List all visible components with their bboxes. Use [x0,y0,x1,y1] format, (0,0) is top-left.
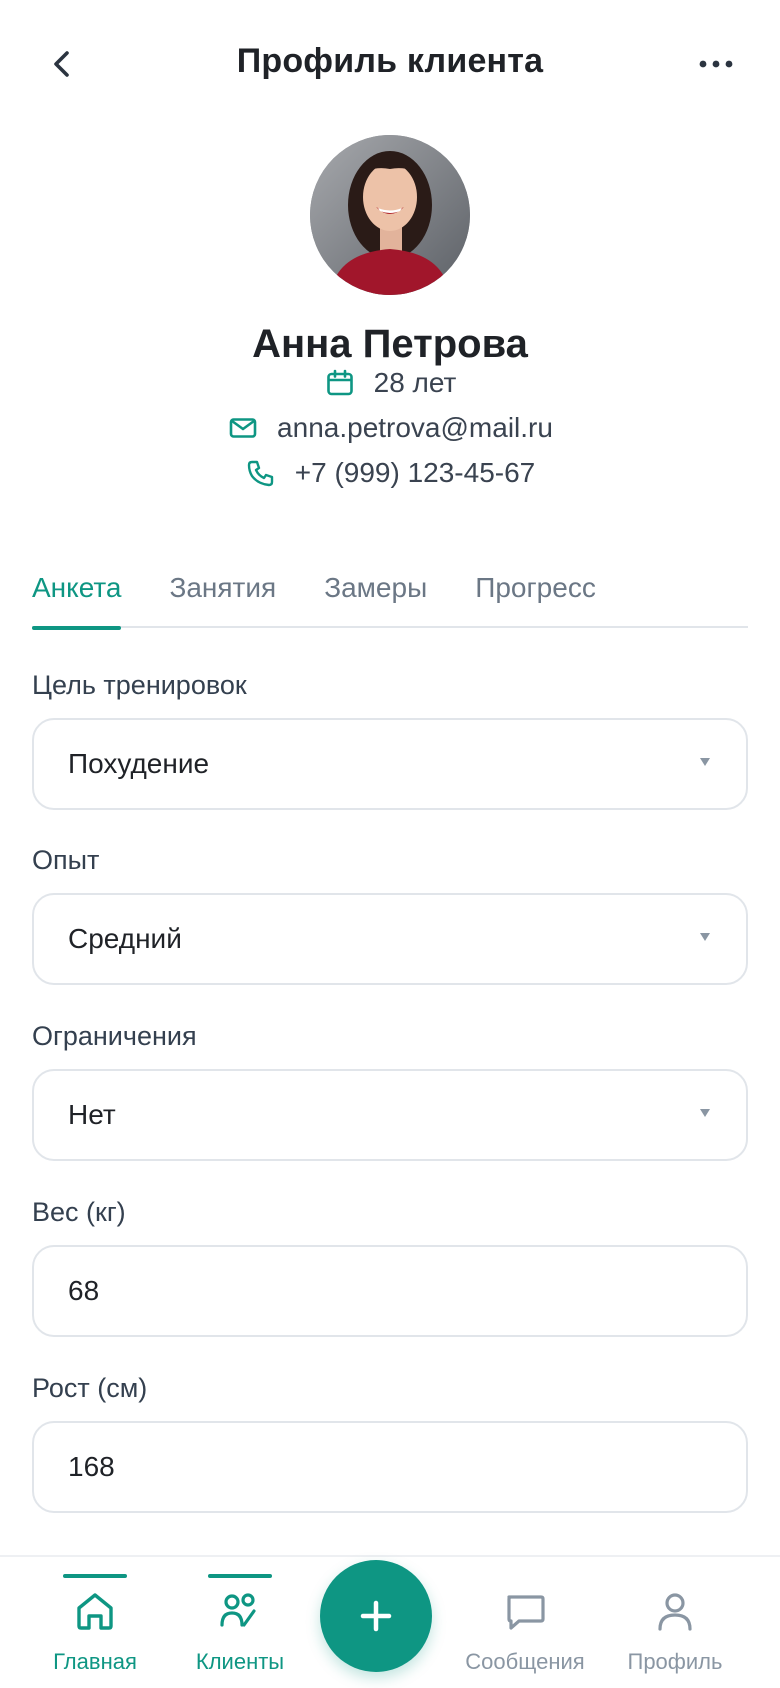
active-indicator [63,1574,127,1578]
height-value: 168 [68,1451,115,1482]
plus-icon [360,1600,392,1632]
page-title: Профиль клиента [236,42,544,80]
experience-select[interactable]: Средний [32,893,748,985]
client-age: 28 лет [373,367,457,398]
chevron-down-icon [700,1109,710,1117]
profile-tabs: Анкета Занятия Замеры Прогресс [32,568,748,630]
more-options-button[interactable] [688,42,744,86]
nav-clients[interactable]: Клиенты [165,1557,315,1688]
tab-progress[interactable]: Прогресс [475,568,596,628]
user-icon [658,1593,692,1631]
message-icon [507,1595,545,1630]
tab-questionnaire[interactable]: Анкета [32,568,122,630]
nav-clients-label: Клиенты [195,1649,285,1674]
nav-profile[interactable]: Профиль [600,1557,750,1688]
nav-home-label: Главная [53,1649,137,1674]
limitations-label: Ограничения [32,1021,197,1051]
users-icon [220,1593,256,1627]
height-label: Рост (см) [32,1373,148,1403]
height-field[interactable]: 168 [32,1421,748,1513]
goal-value: Похудение [68,748,210,779]
goal-select[interactable]: Похудение [32,718,748,810]
mail-icon [227,412,259,444]
weight-label: Вес (кг) [32,1197,126,1227]
nav-home[interactable]: Главная [20,1557,170,1688]
phone-icon [245,457,277,489]
nav-profile-label: Профиль [627,1649,723,1674]
weight-field[interactable]: 68 [32,1245,748,1337]
age-row: 28 лет [0,363,780,403]
top-app-bar: Профиль клиента [0,0,780,128]
limitations-value: Нет [68,1099,116,1130]
chevron-down-icon [700,933,710,941]
home-icon [77,1593,113,1630]
client-phone[interactable]: +7 (999) 123-45-67 [295,457,536,489]
chevron-down-icon [700,758,710,766]
nav-messages[interactable]: Сообщения [450,1557,600,1688]
experience-value: Средний [68,923,182,954]
client-email[interactable]: anna.petrova@mail.ru [277,412,553,444]
experience-label: Опыт [32,845,100,875]
avatar-photo [310,135,470,295]
phone-row: +7 (999) 123-45-67 [0,453,780,493]
email-row: anna.petrova@mail.ru [0,408,780,448]
client-name: Анна Петрова [252,322,528,366]
tab-sessions[interactable]: Занятия [169,568,276,628]
nav-messages-label: Сообщения [465,1649,585,1674]
weight-value: 68 [68,1275,100,1306]
limitations-select[interactable]: Нет [32,1069,748,1161]
tab-measurements[interactable]: Замеры [324,568,427,628]
avatar[interactable] [310,135,470,295]
active-indicator [208,1574,272,1578]
calendar-icon [324,367,356,399]
goal-label: Цель тренировок [32,670,247,700]
more-horizontal-icon [699,60,733,68]
add-button[interactable] [320,1560,432,1672]
